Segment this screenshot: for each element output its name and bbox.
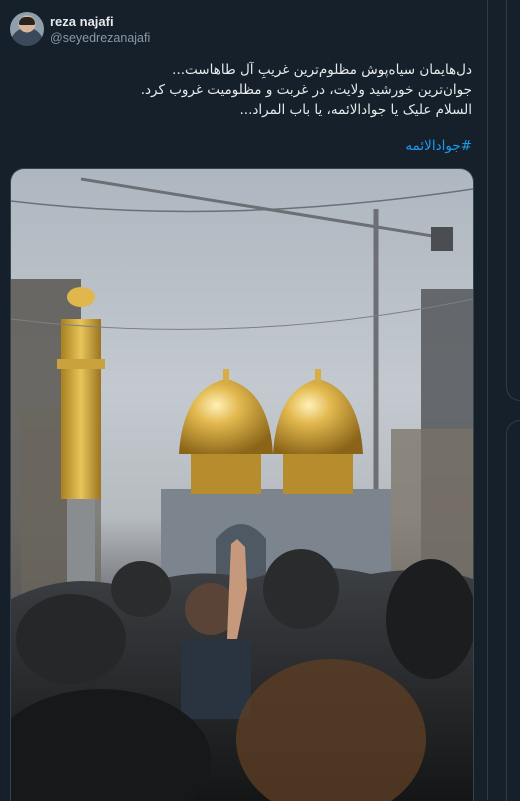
shrine-photo bbox=[11, 177, 473, 801]
tweet-text-line: دل‌هایمان سیاه‌پوش مظلوم‌ترین غریبِ آل ط… bbox=[172, 62, 472, 78]
tweet-media-image[interactable] bbox=[10, 168, 474, 801]
author-handle[interactable]: @seyedrezanajafi bbox=[50, 31, 150, 45]
tweet-text-line: السلام علیک یا جوادالائمه، یا باب المراد… bbox=[239, 102, 472, 118]
right-sidebar-edge bbox=[487, 0, 520, 801]
tweet[interactable]: reza najafi @seyedrezanajafi دل‌هایمان س… bbox=[0, 0, 488, 801]
tweet-text: دل‌هایمان سیاه‌پوش مظلوم‌ترین غریبِ آل ط… bbox=[52, 60, 472, 120]
hashtag-link[interactable]: #جوادالائمه bbox=[405, 138, 472, 154]
avatar[interactable] bbox=[10, 12, 44, 46]
tweet-text-line: جوان‌ترین خورشید ولایت، در غربت و مظلومی… bbox=[140, 82, 472, 98]
author-name[interactable]: reza najafi bbox=[50, 14, 114, 29]
